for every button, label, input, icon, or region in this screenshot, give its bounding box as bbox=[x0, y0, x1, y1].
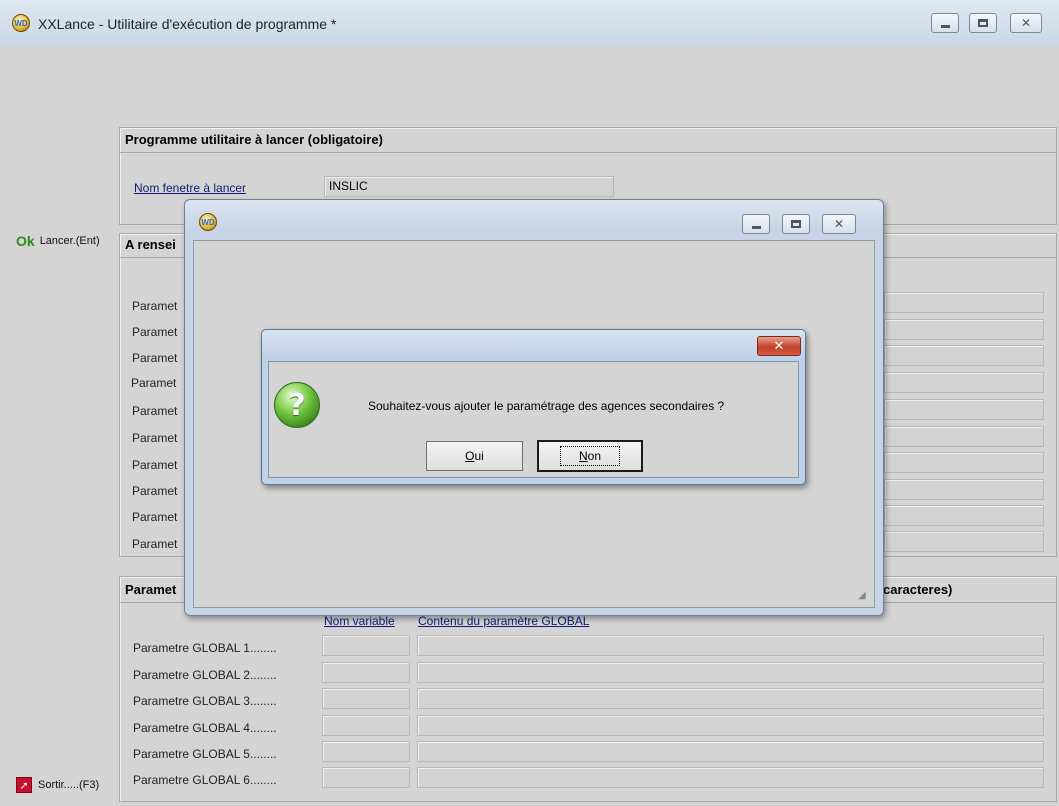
maximize-icon bbox=[791, 220, 801, 228]
param-label: Paramet bbox=[132, 404, 178, 418]
maximize-button[interactable] bbox=[969, 13, 997, 33]
global-name-field[interactable] bbox=[322, 635, 410, 656]
global-param-label: Parametre GLOBAL 2........ bbox=[133, 668, 277, 682]
resize-grip-icon[interactable]: ◢ bbox=[858, 590, 866, 601]
global-name-field[interactable] bbox=[322, 741, 410, 762]
param-label: Paramet bbox=[132, 351, 178, 365]
params-group-title: A rensei bbox=[125, 237, 176, 252]
param-label: Paramet bbox=[132, 431, 178, 445]
param-label: Paramet bbox=[132, 484, 178, 498]
exit-icon: ➚ bbox=[16, 777, 32, 793]
dialog-message: Souhaitez-vous ajouter le paramétrage de… bbox=[368, 399, 725, 413]
param-field[interactable] bbox=[884, 505, 1044, 526]
global-content-field[interactable] bbox=[417, 635, 1044, 656]
global-content-field[interactable] bbox=[417, 662, 1044, 683]
dialog-close-button[interactable]: ✕ bbox=[757, 336, 801, 356]
param-field[interactable] bbox=[884, 372, 1044, 393]
maximize-icon bbox=[978, 19, 988, 27]
question-icon: ? bbox=[274, 382, 320, 428]
param-field[interactable] bbox=[884, 452, 1044, 473]
ok-icon: Ok bbox=[16, 233, 35, 249]
param-label: Paramet bbox=[131, 376, 177, 390]
divider bbox=[120, 152, 1056, 153]
param-field[interactable] bbox=[884, 426, 1044, 447]
question-dialog[interactable]: ✕ ? Souhaitez-vous ajouter le paramétrag… bbox=[261, 329, 806, 485]
global-content-field[interactable] bbox=[417, 767, 1044, 788]
global-param-label: Parametre GLOBAL 4........ bbox=[133, 721, 277, 735]
wd-app-icon: WD bbox=[199, 213, 217, 231]
param-field[interactable] bbox=[884, 345, 1044, 366]
global-content-field[interactable] bbox=[417, 741, 1044, 762]
close-icon: ✕ bbox=[833, 217, 845, 231]
close-icon: ✕ bbox=[1020, 16, 1032, 30]
no-label: Non bbox=[559, 446, 621, 466]
param-label: Paramet bbox=[132, 299, 178, 313]
wd-app-icon: WD bbox=[12, 14, 30, 32]
minimize-icon bbox=[940, 24, 950, 28]
yes-label: Oui bbox=[465, 449, 484, 463]
global-param-label: Parametre GLOBAL 5........ bbox=[133, 747, 277, 761]
launch-button[interactable]: Ok Lancer.(Ent) bbox=[16, 233, 100, 249]
col-header-name[interactable]: Nom variable bbox=[324, 614, 395, 628]
param-label: Paramet bbox=[132, 458, 178, 472]
param-field[interactable] bbox=[884, 399, 1044, 420]
dialog-client-area bbox=[268, 361, 799, 478]
exit-label: Sortir.....(F3) bbox=[38, 779, 100, 791]
param-label: Paramet bbox=[132, 325, 178, 339]
global-param-label: Parametre GLOBAL 3........ bbox=[133, 694, 277, 708]
minimize-button[interactable] bbox=[931, 13, 959, 33]
maximize-button[interactable] bbox=[782, 214, 810, 234]
param-label: Paramet bbox=[132, 537, 178, 551]
close-button[interactable]: ✕ bbox=[1010, 13, 1042, 33]
program-group-title: Programme utilitaire à lancer (obligatoi… bbox=[125, 132, 383, 147]
main-titlebar[interactable]: WD XXLance - Utilitaire d'exécution de p… bbox=[0, 0, 1059, 46]
minimize-button[interactable] bbox=[742, 214, 770, 234]
global-name-field[interactable] bbox=[322, 767, 410, 788]
window-name-value: INSLIC bbox=[329, 179, 368, 193]
window-title: XXLance - Utilitaire d'exécution de prog… bbox=[38, 16, 337, 32]
global-name-field[interactable] bbox=[322, 662, 410, 683]
global-param-label: Parametre GLOBAL 6........ bbox=[133, 773, 277, 787]
yes-button[interactable]: Oui bbox=[426, 441, 523, 471]
global-content-field[interactable] bbox=[417, 715, 1044, 736]
launch-label: Lancer.(Ent) bbox=[39, 235, 100, 247]
global-param-label: Parametre GLOBAL 1........ bbox=[133, 641, 277, 655]
param-field[interactable] bbox=[884, 531, 1044, 552]
param-field[interactable] bbox=[884, 292, 1044, 313]
no-button[interactable]: Non bbox=[537, 440, 643, 472]
param-field[interactable] bbox=[884, 479, 1044, 500]
param-label: Paramet bbox=[132, 510, 178, 524]
global-content-field[interactable] bbox=[417, 688, 1044, 709]
param-field[interactable] bbox=[884, 319, 1044, 340]
exit-button[interactable]: ➚ Sortir.....(F3) bbox=[16, 777, 99, 793]
close-button[interactable]: ✕ bbox=[822, 214, 856, 234]
minimize-icon bbox=[751, 225, 761, 229]
col-header-content[interactable]: Contenu du paramètre GLOBAL bbox=[418, 614, 589, 628]
close-icon: ✕ bbox=[773, 338, 785, 354]
global-name-field[interactable] bbox=[322, 715, 410, 736]
window-name-label[interactable]: Nom fenetre à lancer bbox=[134, 181, 246, 195]
global-group-title-right: caracteres) bbox=[883, 582, 953, 597]
global-group-title-left: Paramet bbox=[125, 582, 177, 597]
global-name-field[interactable] bbox=[322, 688, 410, 709]
window-name-field[interactable]: INSLIC bbox=[324, 176, 614, 197]
